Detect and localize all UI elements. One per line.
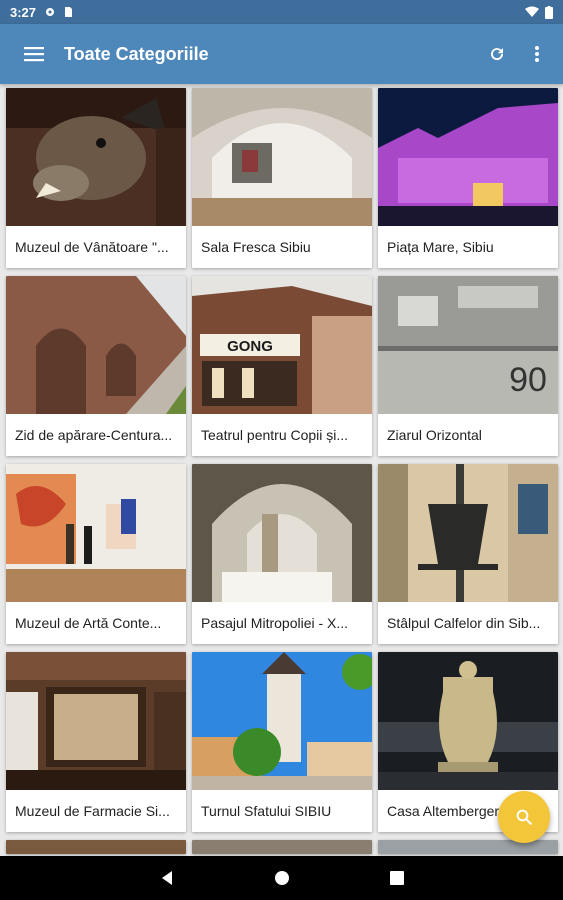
place-title: Muzeul de Artă Conte...: [15, 615, 162, 631]
home-icon[interactable]: [274, 870, 290, 886]
place-card[interactable]: 90 Ziarul Orizontal: [378, 276, 558, 456]
wifi-icon: [525, 6, 539, 17]
back-icon[interactable]: [160, 870, 174, 886]
system-nav-bar: [0, 856, 563, 900]
place-thumbnail: [192, 464, 372, 602]
category-grid: Muzeul de Vânătoare "... Sala Fresca Sib…: [6, 88, 558, 854]
place-thumbnail: [378, 88, 558, 226]
place-title: Pasajul Mitropoliei - X...: [201, 615, 349, 631]
place-card[interactable]: Muzeul de Artă Conte...: [6, 464, 186, 644]
sd-card-icon: [65, 7, 73, 17]
settings-icon: [46, 8, 55, 16]
place-thumbnail: [6, 276, 186, 414]
search-fab[interactable]: [498, 791, 550, 843]
app-bar: Toate Categoriile: [0, 24, 563, 84]
more-vert-icon: [535, 46, 539, 62]
place-card[interactable]: Piața Mare, Sibiu: [378, 88, 558, 268]
page-title: Toate Categoriile: [64, 43, 209, 64]
place-card-partial[interactable]: [6, 840, 186, 854]
place-thumbnail: [192, 652, 372, 790]
svg-text:90: 90: [509, 361, 547, 399]
place-card-partial[interactable]: [378, 840, 558, 854]
more-options-button[interactable]: [517, 30, 557, 78]
place-title: Teatrul pentru Copii și...: [201, 427, 349, 443]
place-card[interactable]: Muzeul de Farmacie Si...: [6, 652, 186, 832]
place-title: Ziarul Orizontal: [387, 427, 482, 443]
status-time: 3:27: [10, 4, 37, 20]
place-thumbnail: [378, 464, 558, 602]
place-thumbnail: [6, 652, 186, 790]
menu-button[interactable]: [6, 26, 62, 82]
place-thumbnail: [378, 652, 558, 790]
place-card[interactable]: Pasajul Mitropoliei - X...: [192, 464, 372, 644]
place-card[interactable]: Zid de apărare-Centura...: [6, 276, 186, 456]
place-title: Casa Altemberger: [387, 803, 500, 819]
hamburger-icon: [24, 47, 44, 62]
place-card[interactable]: Muzeul de Vânătoare "...: [6, 88, 186, 268]
gong-sign-text: GONG: [227, 338, 273, 355]
place-title: Stâlpul Calfelor din Sib...: [387, 615, 541, 631]
recents-icon[interactable]: [389, 871, 404, 885]
place-title: Sala Fresca Sibiu: [201, 239, 311, 255]
place-title: Muzeul de Farmacie Si...: [15, 803, 170, 819]
refresh-icon: [491, 48, 504, 61]
status-bar: 3:27: [0, 0, 563, 24]
place-title: Muzeul de Vânătoare "...: [15, 239, 169, 255]
place-card[interactable]: Sala Fresca Sibiu: [192, 88, 372, 268]
place-thumbnail: GONG: [192, 276, 372, 414]
battery-icon: [545, 5, 553, 19]
place-card[interactable]: GONG Teatrul pentru Copii și...: [192, 276, 372, 456]
refresh-button[interactable]: [477, 30, 517, 78]
place-title: Turnul Sfatului SIBIU: [201, 803, 332, 819]
place-thumbnail: [6, 464, 186, 602]
place-card[interactable]: Stâlpul Calfelor din Sib...: [378, 464, 558, 644]
place-card[interactable]: Turnul Sfatului SIBIU: [192, 652, 372, 832]
place-card-partial[interactable]: [192, 840, 372, 854]
place-title: Zid de apărare-Centura...: [15, 427, 173, 443]
place-thumbnail: [6, 88, 186, 226]
place-thumbnail: 90: [378, 276, 558, 414]
place-title: Piața Mare, Sibiu: [387, 239, 494, 255]
search-icon: [516, 809, 532, 825]
place-thumbnail: [192, 88, 372, 226]
